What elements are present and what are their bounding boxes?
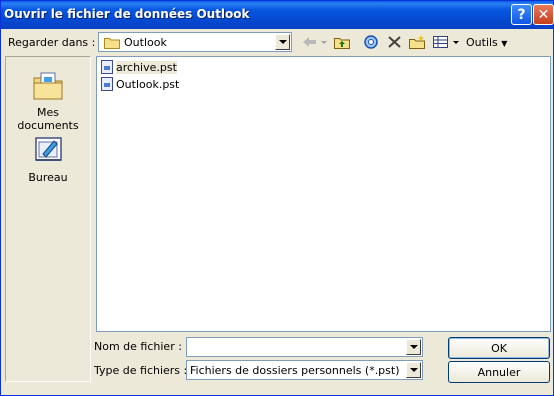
chevron-down-icon[interactable] bbox=[406, 362, 421, 378]
filename-input[interactable] bbox=[186, 337, 423, 357]
tools-label: Outils bbox=[466, 36, 498, 49]
filetype-select[interactable]: Fichiers de dossiers personnels (*.pst) bbox=[186, 360, 423, 380]
delete-icon[interactable] bbox=[386, 34, 404, 50]
chevron-down-icon[interactable] bbox=[406, 339, 421, 355]
back-dropdown-icon[interactable] bbox=[319, 34, 329, 50]
new-folder-icon[interactable] bbox=[408, 34, 426, 50]
filename-label: Nom de fichier : bbox=[94, 340, 182, 353]
filetype-label-text: Type de fichiers : bbox=[94, 364, 188, 377]
pst-file-icon bbox=[101, 60, 113, 74]
help-icon: ? bbox=[517, 6, 526, 23]
views-dropdown-icon[interactable] bbox=[452, 34, 460, 50]
look-in-value: Outlook bbox=[124, 36, 167, 49]
desktop-icon bbox=[35, 137, 62, 161]
chevron-down-icon[interactable] bbox=[275, 34, 290, 50]
look-in-dropdown[interactable]: Outlook bbox=[98, 32, 292, 52]
place-label-my-documents: Mes documents bbox=[17, 106, 79, 132]
place-label-desktop: Bureau bbox=[28, 171, 68, 184]
filetype-label: Type de fichiers : bbox=[94, 364, 187, 377]
file-list[interactable]: archive.pst Outlook.pst bbox=[96, 56, 551, 332]
title-bar[interactable]: Ouvrir le fichier de données Outlook ? ✕ bbox=[1, 1, 554, 29]
tools-menu[interactable]: Outils ▼ bbox=[466, 36, 507, 49]
file-name: Outlook.pst bbox=[116, 77, 180, 91]
close-button[interactable]: ✕ bbox=[533, 4, 554, 25]
place-desktop[interactable]: Bureau bbox=[6, 134, 90, 184]
cancel-button-label: Annuler bbox=[477, 365, 521, 379]
ok-button-label: OK bbox=[491, 341, 507, 355]
help-button[interactable]: ? bbox=[511, 4, 532, 25]
views-icon[interactable] bbox=[432, 34, 450, 50]
filetype-value: Fichiers de dossiers personnels (*.pst) bbox=[190, 364, 400, 377]
pst-file-icon bbox=[101, 77, 113, 91]
up-one-level-icon[interactable] bbox=[333, 34, 351, 50]
tools-dropdown-icon: ▼ bbox=[501, 39, 508, 48]
my-documents-icon bbox=[33, 72, 63, 100]
search-web-icon[interactable] bbox=[363, 34, 381, 50]
ok-button[interactable]: OK bbox=[448, 337, 550, 359]
list-item[interactable]: Outlook.pst bbox=[101, 76, 179, 92]
place-my-documents[interactable]: Mes documents bbox=[6, 69, 90, 132]
look-in-label: Regarder dans : bbox=[8, 36, 95, 49]
filename-label-text: Nom de fichier : bbox=[94, 340, 182, 353]
open-outlook-data-file-dialog: Ouvrir le fichier de données Outlook ? ✕… bbox=[0, 0, 554, 396]
list-item[interactable]: archive.pst bbox=[101, 59, 177, 75]
back-arrow-icon[interactable] bbox=[301, 34, 319, 50]
file-name: archive.pst bbox=[116, 60, 177, 74]
folder-icon bbox=[104, 38, 120, 49]
close-icon: ✕ bbox=[537, 6, 550, 23]
look-in-label-text: Regarder dans : bbox=[8, 36, 96, 49]
window-title: Ouvrir le fichier de données Outlook bbox=[4, 7, 250, 21]
cancel-button[interactable]: Annuler bbox=[448, 361, 550, 383]
places-bar: Mes documents Bureau bbox=[5, 56, 91, 382]
